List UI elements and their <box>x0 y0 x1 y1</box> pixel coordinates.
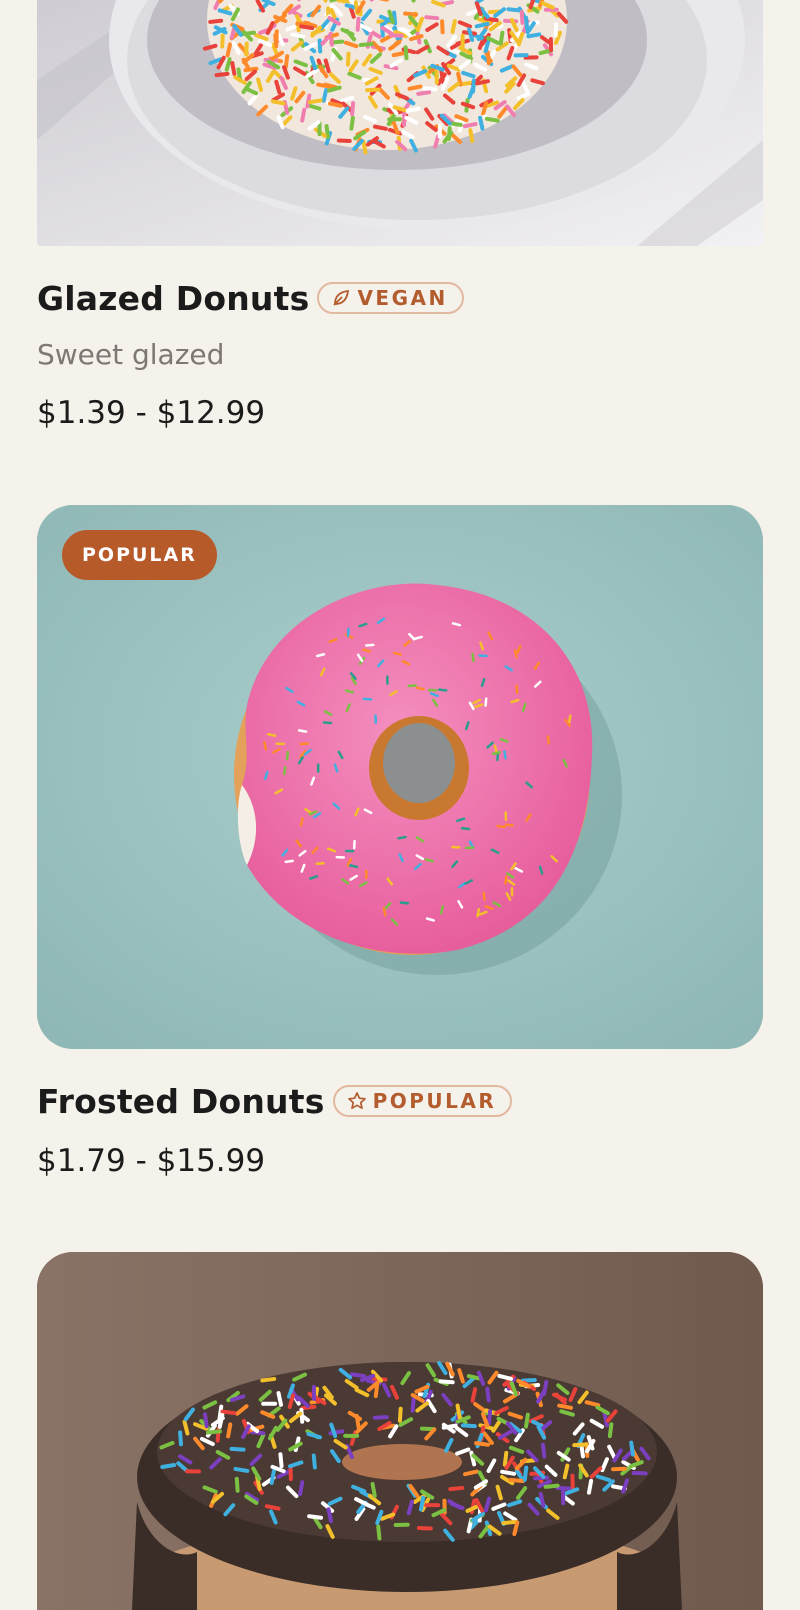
product-card-glazed[interactable]: Glazed Donuts VEGAN Sweet glazed $1.39 -… <box>37 0 763 431</box>
star-icon <box>347 1092 366 1110</box>
product-card-frosted[interactable]: POPULAR Frosted Donuts POPULAR $1.79 - $… <box>37 505 763 1179</box>
tag-label: POPULAR <box>372 1089 497 1113</box>
product-price: $1.39 - $12.99 <box>37 395 266 431</box>
product-image[interactable] <box>37 0 763 246</box>
product-price: $1.79 - $15.99 <box>37 1143 266 1179</box>
product-description: Sweet glazed <box>37 338 225 371</box>
product-title[interactable]: Frosted Donuts <box>37 1082 325 1121</box>
donut-photo <box>37 1252 763 1610</box>
leaf-icon <box>333 289 350 306</box>
vegan-tag: VEGAN <box>317 282 464 314</box>
popular-badge: POPULAR <box>62 530 217 580</box>
popular-tag: POPULAR <box>332 1085 513 1117</box>
donut-photo <box>37 505 763 1049</box>
product-image[interactable]: POPULAR <box>37 505 763 1049</box>
product-list-page: Glazed Donuts VEGAN Sweet glazed $1.39 -… <box>0 0 800 1610</box>
tag-label: VEGAN <box>357 286 448 310</box>
product-title[interactable]: Glazed Donuts <box>37 279 309 318</box>
product-card-chocolate[interactable] <box>37 1252 763 1610</box>
donut-photo <box>37 0 763 246</box>
product-image[interactable] <box>37 1252 763 1610</box>
